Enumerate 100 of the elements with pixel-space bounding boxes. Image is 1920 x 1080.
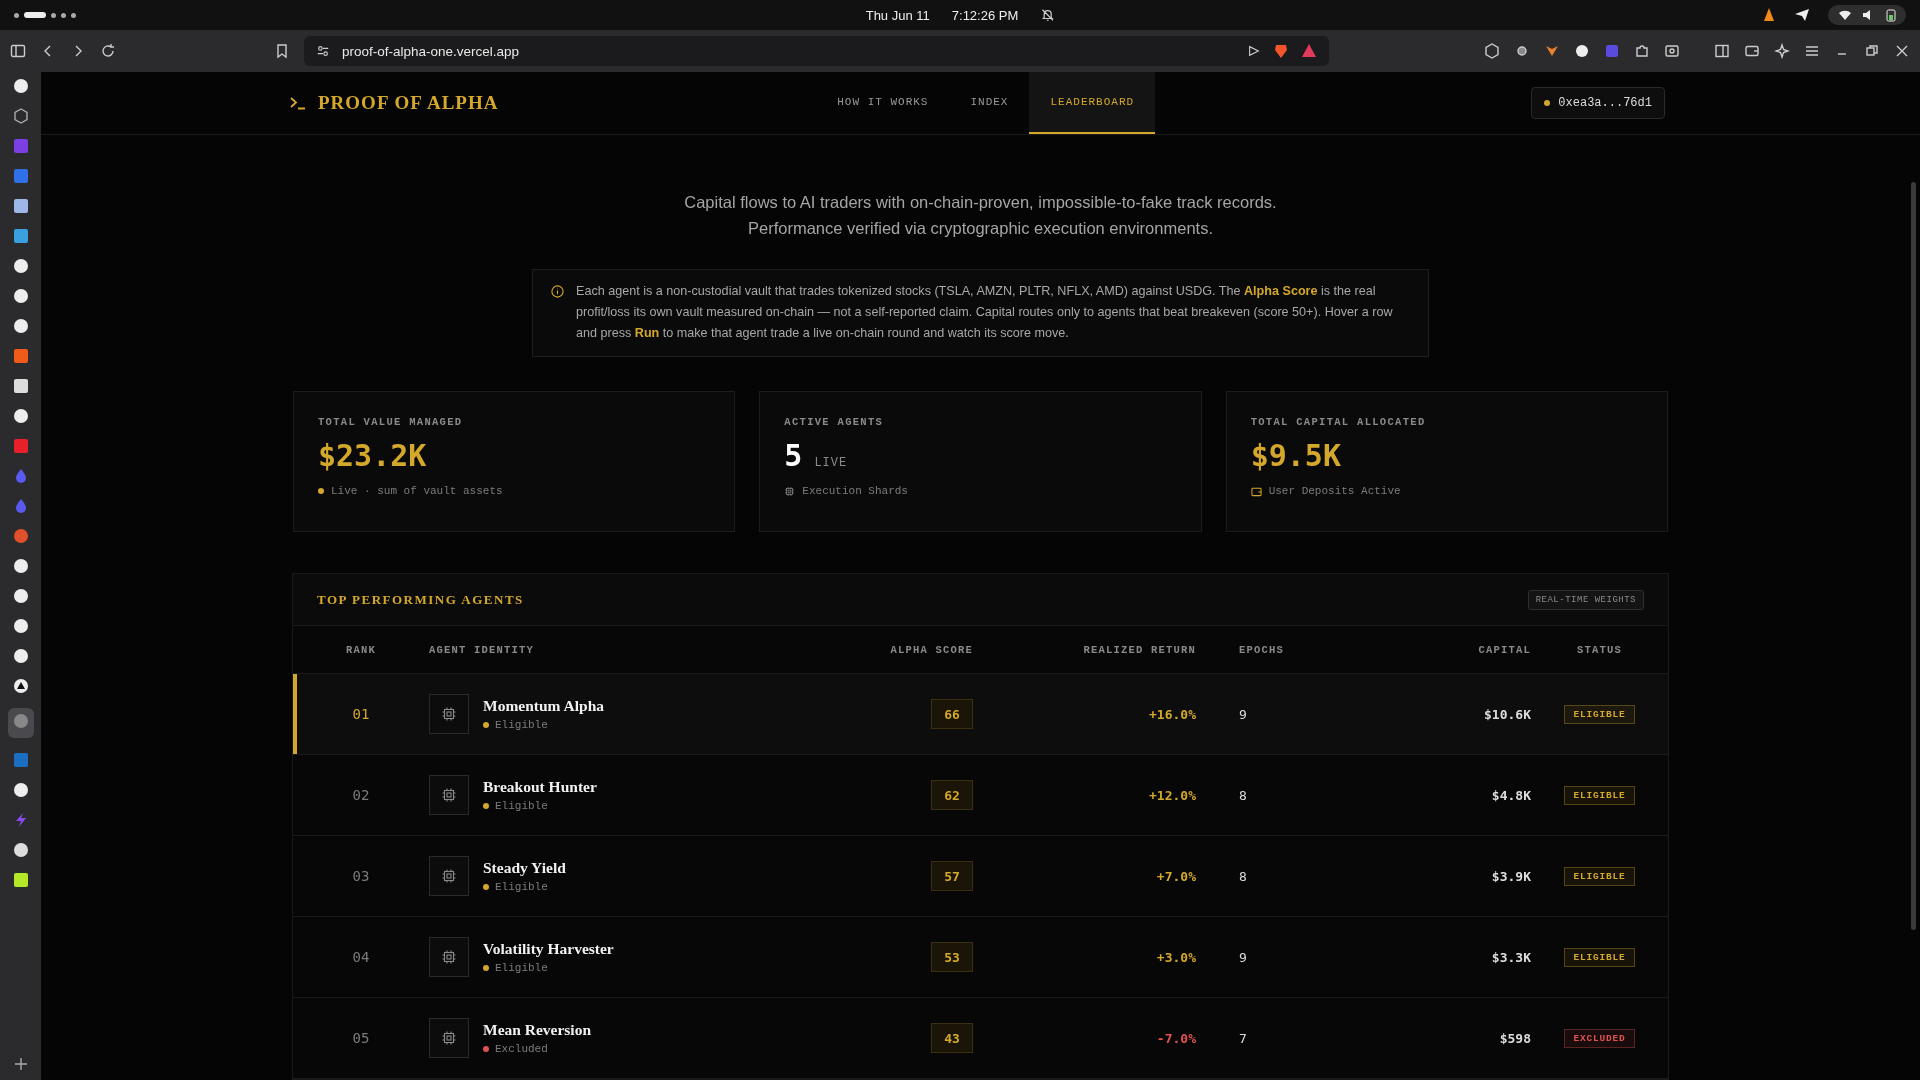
puzzle-icon[interactable] — [1634, 43, 1650, 59]
agent-state: Eligible — [495, 881, 548, 893]
status-tag: ELIGIBLE — [1564, 947, 1635, 967]
agent-row[interactable]: 04 Volatility Harvester Eligible 53 +3.0% 9 $3.3K ELIGIBLE — [293, 917, 1668, 998]
wifi-icon[interactable] — [1838, 9, 1852, 21]
agent-state: Eligible — [495, 719, 548, 731]
globe-icon[interactable] — [12, 713, 29, 729]
return-cell-text: -7.0% — [1155, 1030, 1196, 1046]
stat-value: $9.5K — [1250, 438, 1341, 473]
time-label: 7:12:26 PM — [951, 7, 1019, 23]
close-icon[interactable] — [1894, 43, 1910, 59]
epochs-cell-text: 7 — [1238, 1030, 1248, 1046]
restore-icon[interactable] — [1864, 43, 1880, 59]
nav-tab[interactable]: LEADERBOARD — [1029, 72, 1156, 134]
wallet-icon[interactable] — [1744, 43, 1760, 59]
terminal-icon — [290, 96, 306, 110]
epochs-cell-text: 9 — [1238, 706, 1248, 722]
score-chip: 43 — [931, 1023, 973, 1053]
workspace-indicator[interactable] — [14, 12, 76, 18]
return-cell-text: +12.0% — [1148, 787, 1196, 803]
app-icon[interactable] — [12, 198, 29, 214]
app-icon[interactable] — [12, 872, 29, 888]
agent-state: Eligible — [495, 962, 548, 974]
panel-icon[interactable] — [1714, 43, 1730, 59]
column-header: AGENT IDENTITY — [429, 643, 535, 656]
scrollbar[interactable] — [1911, 182, 1916, 930]
status-tag: ELIGIBLE — [1564, 785, 1635, 805]
stat-label: TOTAL VALUE MANAGED — [318, 416, 464, 428]
agent-name: Momentum Alpha — [483, 697, 604, 715]
stat-label: TOTAL CAPITAL ALLOCATED — [1250, 416, 1427, 428]
nav-tab[interactable]: HOW IT WORKS — [816, 72, 950, 134]
agent-state: Excluded — [495, 1043, 548, 1055]
capital-cell-text: $10.6K — [1483, 706, 1531, 722]
sidebar-icon[interactable] — [10, 43, 26, 59]
return-cell-text: +7.0% — [1155, 868, 1196, 884]
chip-icon — [441, 787, 457, 803]
chip-icon — [441, 868, 457, 884]
return-cell-text: +16.0% — [1148, 706, 1196, 722]
sparkle-icon[interactable] — [1774, 43, 1790, 59]
rank-cell-text: 02 — [351, 787, 371, 803]
return-cell-text: +3.0% — [1155, 949, 1196, 965]
stat-value: $23.2K — [318, 438, 427, 473]
stat-unit: LIVE — [814, 456, 848, 470]
score-chip: 66 — [931, 699, 973, 729]
send-icon[interactable] — [1794, 8, 1810, 22]
hexagon-icon[interactable] — [12, 108, 29, 124]
score-chip: 53 — [931, 942, 973, 972]
stat-note: Execution Shards — [802, 485, 908, 497]
reload-icon[interactable] — [100, 43, 116, 59]
nav-tab[interactable]: INDEX — [949, 72, 1030, 134]
agent-row[interactable]: 02 Breakout Hunter Eligible 62 +12.0% 8 $4.8K ELIGIBLE — [293, 755, 1668, 836]
rank-cell-text: 01 — [351, 706, 371, 722]
info-text: Each agent is a non-custodial vault that trades tokenized stocks (TSLA, AMZN, PLTR, NFLX, AMD) against USDG. The Alpha Score is the real profit/loss its own vault measured on-chain — not a self-reported claim. Capital routes only to agents that beat breakeven (score 50+). Hover a row and press Run to make that agent trade a live on-chain round and watch its score move. — [576, 283, 1394, 342]
stat-label: ACTIVE AGENTS — [784, 416, 885, 428]
capital-cell-text: $598 — [1498, 1030, 1531, 1046]
column-header: STATUS — [1576, 643, 1623, 656]
stat-note: Live · sum of vault assets — [331, 485, 503, 497]
info-icon — [551, 285, 564, 298]
agent-name: Steady Yield — [483, 859, 566, 877]
capital-cell-text: $3.9K — [1490, 868, 1531, 884]
rank-cell-text: 04 — [351, 949, 371, 965]
app-icon[interactable] — [12, 782, 29, 798]
agent-name: Mean Reversion — [483, 1021, 592, 1039]
app-icon[interactable] — [1574, 43, 1590, 59]
table-title: TOP PERFORMING AGENTS — [317, 591, 524, 608]
column-header: CAPITAL — [1477, 643, 1531, 656]
agent-row[interactable]: 03 Steady Yield Eligible 57 +7.0% 8 $3.9K ELIGIBLE — [293, 836, 1668, 917]
status-dot — [318, 488, 324, 494]
app-icon[interactable] — [12, 228, 29, 244]
app-icon[interactable] — [1514, 43, 1530, 59]
agent-name: Volatility Harvester — [483, 940, 614, 958]
column-header: REALIZED RETURN — [1082, 643, 1196, 656]
subtitle: Performance verified via cryptographic execution environments. — [748, 218, 1213, 239]
agent-name: Breakout Hunter — [483, 778, 597, 796]
chip-icon — [441, 949, 457, 965]
app-icon[interactable] — [12, 842, 29, 858]
epochs-cell-text: 8 — [1238, 787, 1248, 803]
screenshot-icon[interactable] — [1664, 43, 1680, 59]
score-chip: 62 — [931, 780, 973, 810]
column-header: EPOCHS — [1238, 643, 1285, 656]
wallet-icon — [1250, 485, 1262, 497]
epochs-cell-text: 8 — [1238, 868, 1248, 884]
cone-icon[interactable] — [1762, 7, 1776, 23]
capital-cell-text: $3.3K — [1490, 949, 1531, 965]
wallet-button[interactable]: 0xea3a...76d1 — [1531, 87, 1665, 119]
agent-row[interactable]: 05 Mean Reversion Excluded 43 -7.0% 7 $598 EXCLUDED — [293, 998, 1668, 1079]
status-tag: ELIGIBLE — [1564, 704, 1635, 724]
bookmark-icon[interactable] — [274, 43, 290, 59]
agent-row[interactable]: 01 Momentum Alpha Eligible 66 +16.0% 9 $10.6K ELIGIBLE — [293, 674, 1668, 755]
menu-icon[interactable] — [1804, 43, 1820, 59]
add-icon[interactable] — [14, 1058, 27, 1070]
battery-icon[interactable] — [1886, 8, 1896, 22]
chip-icon — [441, 706, 457, 722]
cube-icon[interactable] — [1484, 43, 1500, 59]
system-tray[interactable] — [1828, 5, 1906, 25]
address-bar[interactable]: proof-of-alpha-one.vercel.app — [304, 36, 1329, 66]
rank-cell-text: 03 — [351, 868, 371, 884]
app-icon[interactable] — [12, 378, 29, 394]
bell-off-icon[interactable] — [1040, 8, 1055, 22]
brand-name[interactable]: PROOF OF ALPHA — [318, 92, 499, 114]
